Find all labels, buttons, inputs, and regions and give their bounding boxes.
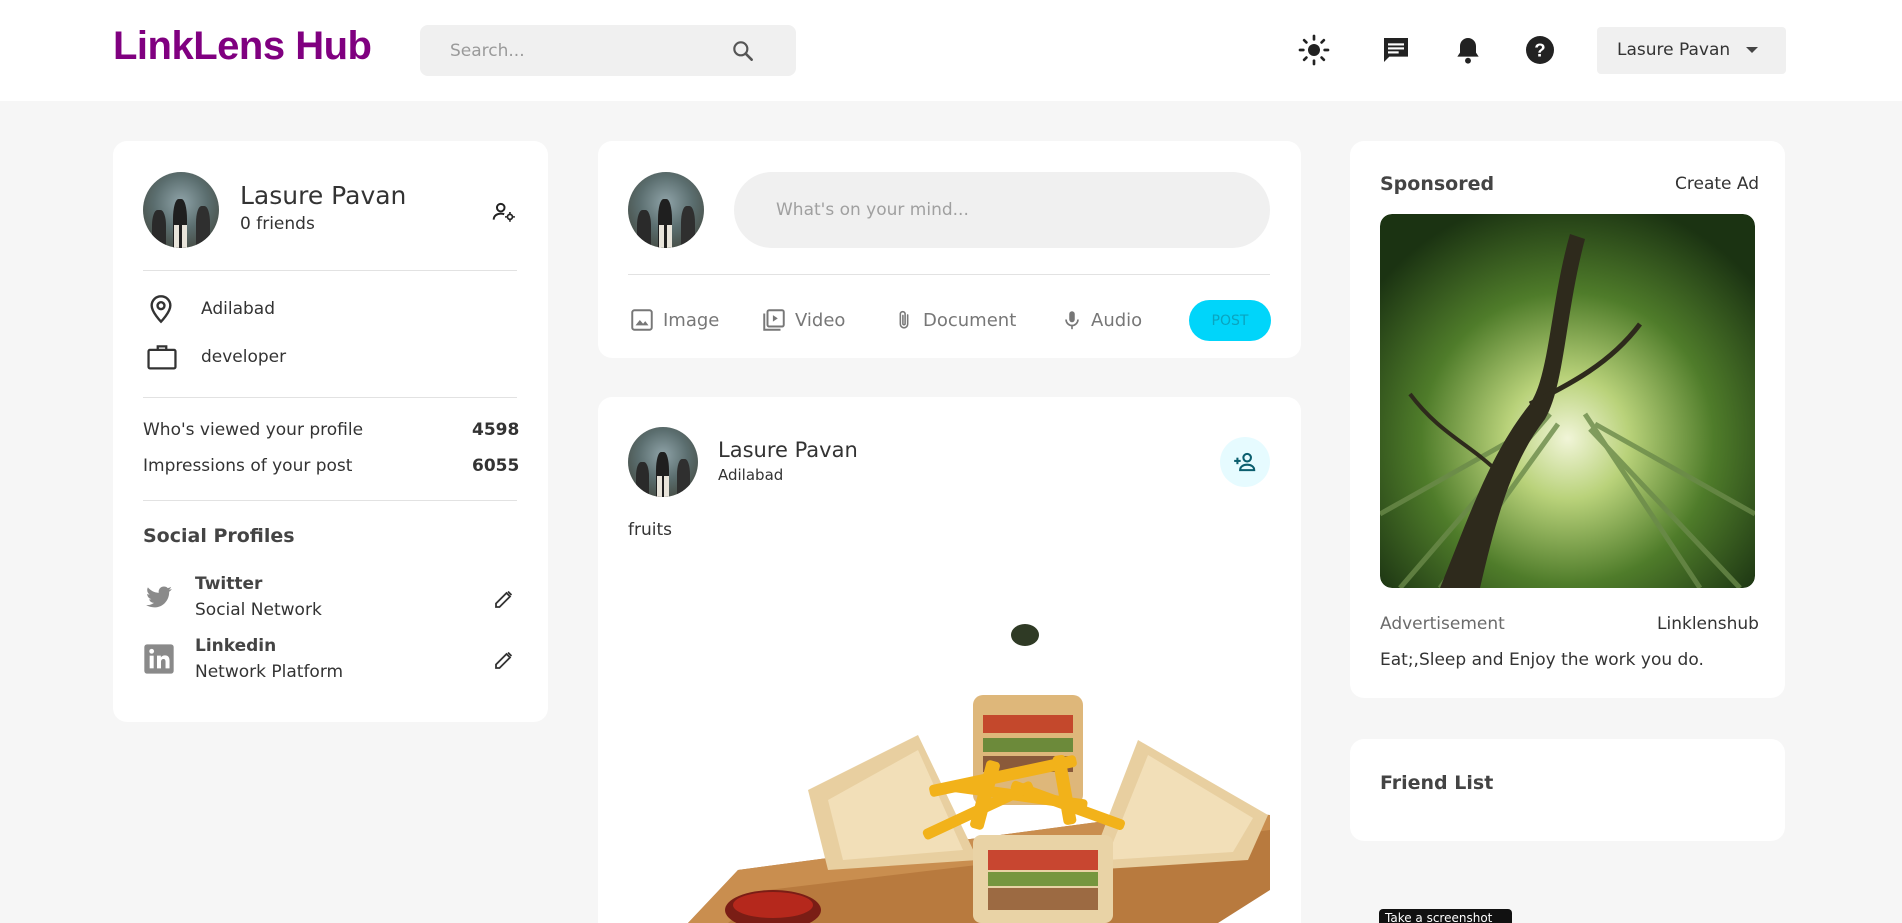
top-navigation-bar: LinkLens Hub ? Lasure Pavan xyxy=(0,0,1902,101)
post-author-name[interactable]: Lasure Pavan xyxy=(718,438,858,462)
profile-divider xyxy=(143,397,517,398)
svg-text:?: ? xyxy=(1534,40,1545,61)
friend-list-title: Friend List xyxy=(1380,772,1494,794)
image-action-label: Image xyxy=(663,309,720,331)
profile-occupation: developer xyxy=(201,347,287,367)
post-caption: fruits xyxy=(628,520,672,540)
profile-views-label: Who's viewed your profile xyxy=(143,420,364,440)
twitter-subtitle: Social Network xyxy=(195,600,322,620)
ad-source[interactable]: Linklenshub xyxy=(1657,614,1759,634)
profile-location: Adilabad xyxy=(201,299,275,319)
brand-logo[interactable]: LinkLens Hub xyxy=(113,24,372,69)
create-ad-link[interactable]: Create Ad xyxy=(1675,174,1759,194)
briefcase-icon xyxy=(147,345,177,370)
video-icon xyxy=(763,309,785,331)
document-action-label: Document xyxy=(923,309,1017,331)
post-author-location: Adilabad xyxy=(718,466,784,484)
attachment-icon xyxy=(899,310,909,329)
image-icon xyxy=(631,309,653,331)
audio-action-label: Audio xyxy=(1091,309,1143,331)
messages-icon[interactable] xyxy=(1380,34,1412,66)
screenshot-tooltip: Take a screenshot xyxy=(1379,909,1512,923)
help-icon[interactable]: ? xyxy=(1524,34,1556,66)
profile-divider xyxy=(143,500,517,501)
video-action-label: Video xyxy=(795,309,846,331)
user-menu-name: Lasure Pavan xyxy=(1617,40,1731,60)
user-menu-dropdown[interactable]: Lasure Pavan xyxy=(1597,27,1786,74)
search-box xyxy=(420,25,796,76)
post-impressions-label: Impressions of your post xyxy=(143,456,353,476)
post-impressions-value: 6055 xyxy=(472,456,520,476)
search-input[interactable] xyxy=(420,25,740,76)
audio-attach-button[interactable]: Audio xyxy=(1061,305,1142,335)
post-input-container xyxy=(734,172,1270,248)
twitter-name: Twitter xyxy=(195,574,263,594)
add-friend-button[interactable] xyxy=(1220,437,1270,487)
edit-icon[interactable] xyxy=(492,648,516,672)
twitter-icon xyxy=(146,586,172,608)
video-attach-button[interactable]: Video xyxy=(761,305,845,335)
location-pin-icon xyxy=(150,295,172,324)
profile-avatar[interactable] xyxy=(143,172,219,248)
notifications-icon[interactable] xyxy=(1452,34,1484,66)
post-text-input[interactable] xyxy=(734,172,1270,248)
post-author-avatar[interactable] xyxy=(628,427,698,497)
ad-image[interactable] xyxy=(1380,214,1755,588)
linkedin-icon xyxy=(144,644,174,674)
profile-views-value: 4598 xyxy=(472,420,520,440)
document-attach-button[interactable]: Document xyxy=(893,305,1016,335)
light-mode-icon[interactable] xyxy=(1298,34,1330,66)
sponsored-title: Sponsored xyxy=(1380,173,1495,195)
friends-count: 0 friends xyxy=(240,214,315,234)
edit-icon[interactable] xyxy=(492,587,516,611)
linkedin-subtitle: Network Platform xyxy=(195,662,344,682)
profile-divider xyxy=(143,270,517,271)
image-attach-button[interactable]: Image xyxy=(629,305,719,335)
social-profiles-title: Social Profiles xyxy=(143,525,295,547)
chevron-down-icon xyxy=(1746,47,1758,53)
microphone-icon xyxy=(1065,311,1079,330)
linkedin-name: Linkedin xyxy=(195,636,277,656)
search-icon[interactable] xyxy=(730,38,756,64)
post-image[interactable] xyxy=(628,560,1270,923)
composer-avatar[interactable] xyxy=(628,172,704,248)
advertisement-label: Advertisement xyxy=(1380,614,1505,634)
composer-divider xyxy=(628,274,1270,275)
profile-name[interactable]: Lasure Pavan xyxy=(240,181,406,210)
post-button[interactable]: POST xyxy=(1189,300,1271,341)
add-person-icon xyxy=(1234,452,1256,472)
ad-description: Eat;,Sleep and Enjoy the work you do. xyxy=(1380,650,1704,670)
manage-account-icon[interactable] xyxy=(491,199,517,225)
